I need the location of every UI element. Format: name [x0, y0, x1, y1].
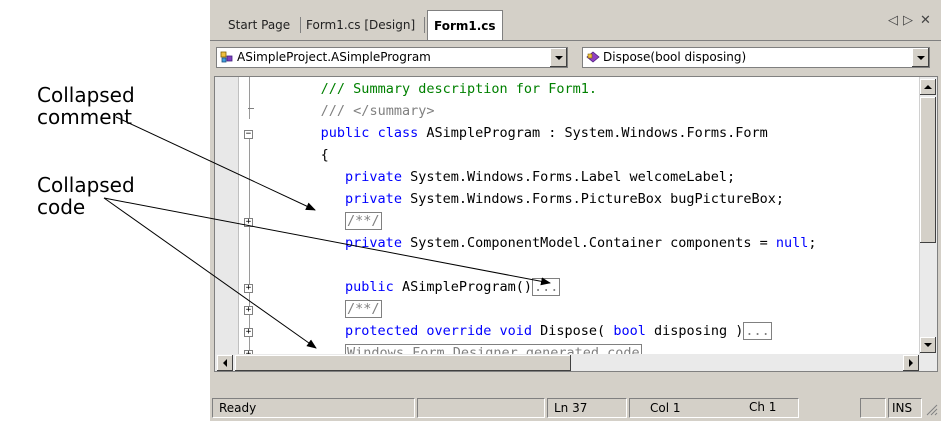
status-bar: Ready Ln 37 Col 1 Ch 1 INS	[210, 396, 941, 421]
code-token: public	[320, 125, 370, 141]
collapsed-block[interactable]: /**/	[345, 300, 382, 318]
class-icon	[220, 51, 233, 63]
code-line[interactable]: private System.Windows.Forms.Label welco…	[215, 166, 915, 188]
horizontal-scrollbar[interactable]	[215, 354, 920, 371]
status-panel-empty	[860, 398, 886, 418]
collapsed-block[interactable]: /**/	[345, 212, 382, 230]
scroll-down-button[interactable]	[920, 337, 936, 353]
code-token: /// </summary>	[320, 103, 435, 119]
vertical-scrollbar[interactable]	[919, 77, 937, 371]
document-tab-bar: Start Page Form1.cs [Design] Form1.cs ◁ …	[210, 0, 941, 41]
code-line[interactable]: /// Summary description for Form1.	[215, 78, 915, 100]
vertical-scroll-thumb[interactable]	[920, 97, 936, 243]
code-token: ASimpleProgram()	[393, 279, 532, 295]
tab-form1-cs[interactable]: Form1.cs	[427, 10, 503, 40]
member-dropdown-value: Dispose(bool disposing)	[603, 50, 747, 64]
code-token: null	[775, 235, 809, 251]
horizontal-scroll-thumb[interactable]	[235, 355, 571, 371]
tab-close-icon[interactable]: ✕	[920, 13, 931, 28]
callout-collapsed-code-line2: code	[37, 195, 86, 219]
code-token: class	[377, 125, 419, 141]
code-token: System.Windows.Forms.PictureBox bugPictu…	[401, 191, 784, 207]
class-dropdown[interactable]: ASimpleProject.ASimpleProgram	[216, 47, 568, 68]
code-line[interactable]: private System.Windows.Forms.PictureBox …	[215, 188, 915, 210]
tab-prev-icon[interactable]: ◁	[888, 13, 898, 28]
code-editor[interactable]: − + + + + + /// Summary description for …	[214, 76, 938, 372]
method-icon	[586, 51, 600, 63]
tab-separator	[300, 17, 301, 33]
ide-window: Start Page Form1.cs [Design] Form1.cs ◁ …	[210, 0, 941, 421]
status-ins: INS	[888, 398, 922, 418]
tab-separator	[424, 17, 425, 33]
scroll-right-button[interactable]	[903, 355, 919, 371]
status-text: Ready	[212, 398, 415, 418]
code-token: {	[320, 147, 329, 163]
code-token: private	[345, 235, 402, 251]
code-token: ASimpleProgram : System.Windows.Forms.Fo…	[418, 125, 768, 141]
member-dropdown[interactable]: Dispose(bool disposing)	[582, 47, 930, 68]
callout-collapsed-code-line1: Collapsed	[37, 173, 135, 197]
callout-collapsed-comment: Collapsed comment	[37, 84, 135, 128]
navigation-bar: ASimpleProject.ASimpleProgram Dispose(bo…	[210, 41, 941, 73]
collapsed-block[interactable]: ...	[532, 278, 561, 296]
code-token: protected	[345, 323, 419, 339]
arrow-right-icon	[909, 359, 913, 367]
code-token: disposing )	[645, 323, 744, 339]
code-token: private	[345, 169, 402, 185]
code-token: override	[426, 323, 492, 339]
resize-grip-icon[interactable]	[924, 402, 938, 416]
status-line: Ln 37	[547, 398, 627, 418]
code-line[interactable]: protected override void Dispose( bool di…	[215, 320, 915, 342]
code-token: bool	[613, 323, 646, 339]
code-line[interactable]: /**/	[215, 298, 915, 320]
callout-collapsed-comment-line1: Collapsed	[37, 83, 135, 107]
status-ch: Ch 1	[749, 400, 777, 414]
code-line[interactable]: {	[215, 144, 915, 166]
tab-start-page[interactable]: Start Page	[228, 14, 290, 36]
code-token: ;	[808, 235, 817, 251]
code-line[interactable]: /// </summary>	[215, 100, 915, 122]
scroll-left-button[interactable]	[217, 355, 233, 371]
code-line[interactable]: public ASimpleProgram()...	[215, 276, 915, 298]
status-panel-empty	[417, 398, 545, 418]
tab-form1-design[interactable]: Form1.cs [Design]	[306, 14, 415, 36]
code-line[interactable]	[215, 254, 915, 276]
code-token: Dispose(	[532, 323, 614, 339]
scroll-up-button[interactable]	[920, 79, 936, 95]
arrow-up-icon	[924, 85, 932, 89]
code-token: System.Windows.Forms.Label welcomeLabel;	[401, 169, 736, 185]
code-token: /// Summary description for Form1.	[320, 81, 598, 97]
arrow-down-icon	[924, 343, 932, 347]
chevron-down-icon[interactable]	[549, 48, 567, 67]
code-token: private	[345, 191, 402, 207]
code-token: public	[345, 279, 394, 295]
collapsed-block[interactable]: ...	[743, 322, 772, 340]
class-dropdown-value: ASimpleProject.ASimpleProgram	[237, 50, 431, 64]
tab-next-icon[interactable]: ▷	[903, 13, 913, 28]
callout-collapsed-code: Collapsed code	[37, 174, 135, 218]
code-line[interactable]: private System.ComponentModel.Container …	[215, 232, 915, 254]
code-token: void	[499, 323, 533, 339]
code-token: System.ComponentModel.Container componen…	[401, 235, 776, 251]
chevron-down-icon[interactable]	[911, 48, 929, 67]
arrow-left-icon	[223, 359, 227, 367]
callout-collapsed-comment-line2: comment	[37, 105, 133, 129]
code-line[interactable]: public class ASimpleProgram : System.Win…	[215, 122, 915, 144]
code-lines: /// Summary description for Form1. /// <…	[215, 77, 915, 362]
code-line[interactable]: /**/	[215, 210, 915, 232]
